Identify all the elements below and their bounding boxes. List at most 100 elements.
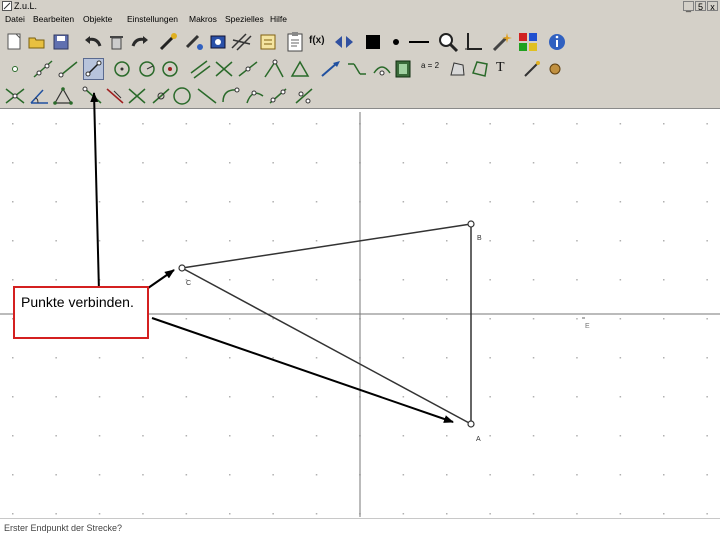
fixed-circle-icon[interactable] [150,86,172,106]
text-tool-label[interactable]: T [496,60,505,76]
vector-tool-icon[interactable] [320,59,342,79]
expression-tool-label[interactable]: a = 2 [421,61,439,70]
menu-bearbeiten[interactable]: Bearbeiten [33,13,74,26]
menu-spezielles[interactable]: Spezielles [225,13,264,26]
point-tool-icon[interactable] [9,63,21,75]
grid-dot [532,123,535,125]
edit-tool-icon[interactable] [158,32,180,52]
grid-dot [142,513,144,515]
macro-wand-icon[interactable] [491,31,513,53]
zoom-arrows-icon[interactable] [333,33,355,51]
reflect-point-icon[interactable] [293,86,315,106]
grid-dot [142,162,144,164]
grid-dot [663,396,665,398]
fixed-angle-icon[interactable] [104,86,126,106]
menu-hilfe[interactable]: Hilfe [270,13,287,26]
grid-dot [142,396,144,398]
properties-icon[interactable] [258,32,280,52]
grid-dot [185,162,188,164]
segment-tool-icon[interactable] [83,58,104,80]
fixed-segment-icon[interactable] [82,86,104,106]
grid-dot [576,513,578,515]
tracker-tool-icon[interactable] [522,59,542,79]
grid-dot [446,318,448,320]
grid-dot [229,279,231,281]
grid-dot [315,357,318,359]
grid-dot [142,279,144,281]
close-button[interactable]: x [707,1,718,12]
dilation-tool-icon[interactable] [267,86,289,106]
large-circle-icon[interactable] [172,86,192,106]
line-style-icon[interactable] [407,32,431,52]
point-size-icon[interactable] [389,32,403,52]
grid-dot [12,279,14,281]
info-icon[interactable] [546,31,568,53]
animation-tool-icon[interactable] [545,59,565,79]
redo-icon[interactable] [130,33,150,51]
minimize-button[interactable]: _ [683,1,694,12]
grid-dot [272,201,274,203]
mirror-tool-icon[interactable] [346,59,368,79]
palette-icon[interactable] [517,31,539,53]
new-file-icon[interactable] [5,33,23,51]
grid-dot [185,318,188,320]
perpendicular-tool-icon[interactable] [213,59,235,79]
grid-dot [489,435,491,437]
locus-tool-icon[interactable] [244,86,266,106]
open-folder-icon[interactable] [28,33,46,51]
rotate-tool-icon[interactable] [371,59,393,79]
grid-dot [272,240,274,242]
circle-tool-icon[interactable] [112,59,132,79]
status-bar: Erster Endpunkt der Strecke? [0,518,720,541]
grid-dot [576,474,578,476]
grid-dot [98,474,101,476]
function-tool-label[interactable]: f(x) [309,35,325,46]
circle-three-points-icon[interactable] [160,59,180,79]
long-line-icon[interactable] [196,86,218,106]
black-square-icon[interactable] [363,32,383,52]
grid-dot [272,396,274,398]
arc-tool-icon[interactable] [220,86,242,106]
midpoint-tool-icon[interactable] [237,59,259,79]
line-tool-icon[interactable] [32,59,54,79]
grid-dot [576,162,578,164]
triangle-points-icon[interactable] [52,86,74,106]
save-icon[interactable] [52,33,70,51]
delete-icon[interactable] [107,33,125,51]
menu-einstellungen[interactable]: Einstellungen [127,13,178,26]
zoom-icon[interactable] [437,31,459,53]
angle-bisector-icon[interactable] [263,59,285,79]
color-tool-icon[interactable] [208,32,230,52]
grid-dot [446,240,448,242]
clipboard-icon[interactable] [285,31,305,53]
undo-icon[interactable] [83,33,103,51]
menu-makros[interactable]: Makros [189,13,217,26]
angle-tool-icon[interactable] [28,86,50,106]
polygon-fill-icon[interactable] [470,59,490,79]
grid-dot [532,201,535,203]
menu-objekte[interactable]: Objekte [83,13,112,26]
parallel-tool-icon[interactable] [189,59,211,79]
circle-radius-icon[interactable] [137,59,157,79]
grid-axes-icon[interactable] [462,31,484,53]
grid-dot [619,201,622,203]
grid-dot [706,513,708,515]
grid-dot [12,162,14,164]
grid-dot [576,396,578,398]
polygon-tool-icon[interactable] [448,59,466,79]
grid-dot [663,123,665,125]
intersection-icon[interactable] [4,86,26,106]
menu-datei[interactable]: Datei [5,13,25,26]
hide-tool-icon[interactable] [184,32,206,52]
maximize-button[interactable]: 5 [695,1,706,12]
grid-dot [55,357,57,359]
cross-lines-icon[interactable] [126,86,148,106]
triangle-tool-icon[interactable] [289,59,311,79]
film-icon[interactable] [394,59,412,79]
parallel-lines-icon[interactable] [230,32,254,52]
ray-tool-icon[interactable] [57,59,79,79]
grid-dot [98,279,101,281]
grid-dot [12,201,14,203]
grid-dot [402,123,405,125]
grid-dot [359,474,361,476]
